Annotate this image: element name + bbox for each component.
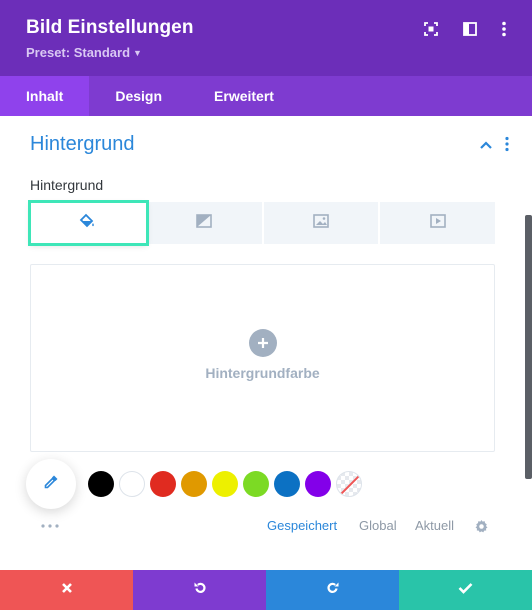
caret-down-icon: ▼ [133, 48, 142, 58]
paint-bucket-icon [79, 213, 95, 234]
more-vertical-icon[interactable] [495, 20, 513, 38]
swatch-transparent[interactable] [336, 471, 362, 497]
field-label: Hintergrund [30, 177, 104, 193]
modal-title: Bild Einstellungen [26, 17, 194, 38]
gear-icon[interactable] [474, 519, 489, 534]
chevron-up-icon[interactable] [478, 138, 494, 152]
gradient-icon [196, 213, 212, 233]
cancel-button[interactable] [0, 570, 133, 610]
palette-tab-saved[interactable]: Gespeichert [267, 518, 337, 533]
redo-button[interactable] [266, 570, 399, 610]
preset-selector[interactable]: Preset: Standard ▼ [26, 45, 142, 60]
undo-icon [192, 580, 208, 601]
swatch-black[interactable] [88, 471, 114, 497]
eyedropper-icon [42, 473, 60, 496]
swatch-yellow[interactable] [212, 471, 238, 497]
video-icon [429, 213, 446, 233]
plus-icon[interactable] [249, 329, 277, 357]
focus-icon[interactable] [422, 20, 440, 38]
save-button[interactable] [399, 570, 532, 610]
more-horizontal-icon[interactable] [40, 516, 60, 528]
settings-header: Bild Einstellungen Preset: Standard ▼ [0, 0, 532, 76]
swatch-green[interactable] [243, 471, 269, 497]
tab-inhalt[interactable]: Inhalt [0, 76, 90, 116]
close-icon [61, 581, 73, 599]
swatch-red[interactable] [150, 471, 176, 497]
image-icon [313, 213, 329, 233]
swatch-purple[interactable] [305, 471, 331, 497]
scrollbar[interactable] [525, 215, 532, 479]
tab-erweitert[interactable]: Erweitert [188, 76, 300, 116]
redo-icon [325, 580, 341, 601]
bg-tab-gradient[interactable] [147, 202, 264, 244]
eyedropper-button[interactable] [26, 459, 76, 509]
add-color-label: Hintergrundfarbe [205, 365, 320, 381]
check-icon [458, 581, 473, 599]
section-title[interactable]: Hintergrund [30, 133, 135, 156]
palette-tab-current[interactable]: Aktuell [415, 518, 454, 533]
sidebar-layout-icon[interactable] [461, 20, 479, 38]
bg-tab-color[interactable] [28, 200, 149, 246]
color-swatches [88, 471, 362, 497]
bg-tab-video[interactable] [380, 202, 495, 244]
swatch-white[interactable] [119, 471, 145, 497]
palette-tab-global[interactable]: Global [359, 518, 397, 533]
swatch-blue[interactable] [274, 471, 300, 497]
background-color-dropzone[interactable]: Hintergrundfarbe [30, 264, 495, 452]
preset-label: Preset: Standard [26, 45, 131, 60]
footer-actions [0, 570, 532, 610]
settings-tabs: Inhalt Design Erweitert [0, 76, 532, 116]
bg-tab-image[interactable] [264, 202, 381, 244]
undo-button[interactable] [133, 570, 266, 610]
background-type-tabs [28, 200, 495, 246]
swatch-orange[interactable] [181, 471, 207, 497]
tab-design[interactable]: Design [89, 76, 188, 116]
section-more-icon[interactable] [504, 136, 514, 154]
